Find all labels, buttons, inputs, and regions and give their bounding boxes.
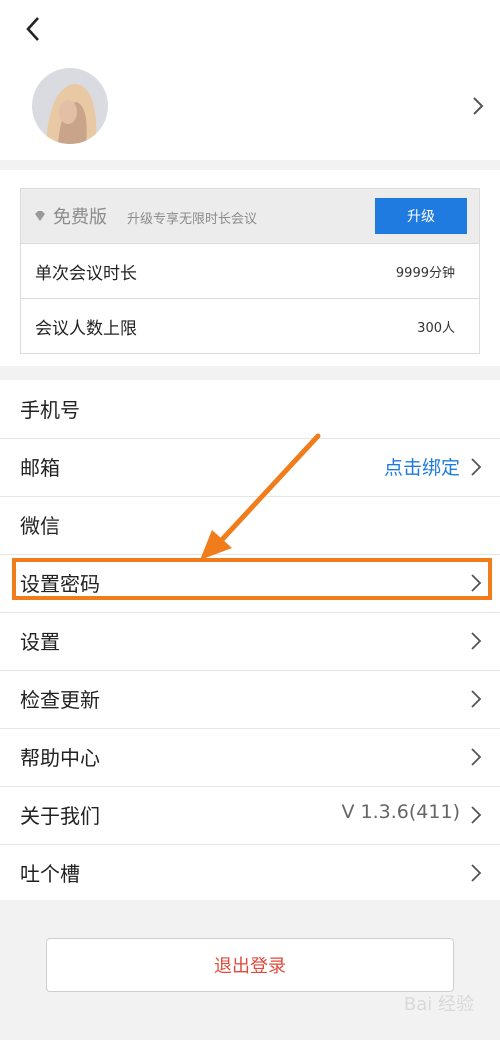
menu-item-label: 帮助中心	[20, 746, 100, 770]
chevron-right-icon	[471, 632, 482, 650]
upgrade-button[interactable]: 升级	[375, 198, 467, 234]
plan-section: 免费版 升级专享无限时长会议 升级 单次会议时长 9999分钟 会议人数上限 3…	[0, 170, 500, 366]
profile-header	[0, 0, 500, 160]
profile-chevron-right-icon[interactable]	[468, 92, 488, 120]
logout-button[interactable]: 退出登录	[46, 938, 454, 992]
menu-item-wechat[interactable]: 微信	[0, 496, 500, 555]
menu-item-phone[interactable]: 手机号	[0, 380, 500, 439]
chevron-right-icon	[471, 806, 482, 824]
menu-item-label: 吐个槽	[20, 862, 80, 886]
back-arrow-icon	[26, 17, 39, 41]
bind-email-link[interactable]: 点击绑定	[384, 453, 460, 480]
menu-item-label: 检查更新	[20, 688, 100, 712]
menu-item-feedback[interactable]: 吐个槽	[0, 844, 500, 902]
plan-row-label: 会议人数上限	[35, 318, 137, 339]
menu-item-label: 关于我们	[20, 804, 100, 828]
watermark: Bai 经验	[403, 994, 474, 1015]
settings-menu: 手机号 邮箱 点击绑定 微信 设置密码 设置 检查更新 帮助中心 关于我们 V …	[0, 380, 500, 900]
chevron-right-icon	[471, 690, 482, 708]
plan-name: 免费版	[53, 207, 107, 228]
menu-item-label: 微信	[20, 514, 60, 538]
chevron-right-icon	[471, 864, 482, 882]
menu-item-label: 设置	[20, 630, 60, 654]
plan-row-label: 单次会议时长	[35, 263, 137, 284]
plan-row-value: 300人	[417, 320, 455, 336]
diamond-icon	[35, 211, 45, 221]
menu-item-about[interactable]: 关于我们 V 1.3.6(411)	[0, 786, 500, 845]
plan-row-duration: 单次会议时长 9999分钟	[21, 244, 479, 299]
menu-item-settings[interactable]: 设置	[0, 612, 500, 671]
chevron-right-icon	[471, 574, 482, 592]
plan-row-value: 9999分钟	[395, 265, 455, 281]
plan-card: 免费版 升级专享无限时长会议 升级 单次会议时长 9999分钟 会议人数上限 3…	[20, 188, 480, 354]
menu-item-help-center[interactable]: 帮助中心	[0, 728, 500, 787]
back-button[interactable]	[16, 12, 50, 46]
menu-item-label: 设置密码	[20, 572, 100, 596]
menu-item-label: 手机号	[20, 398, 80, 422]
menu-item-check-update[interactable]: 检查更新	[0, 670, 500, 729]
menu-item-email[interactable]: 邮箱 点击绑定	[0, 438, 500, 497]
version-text: V 1.3.6(411)	[341, 801, 460, 823]
chevron-right-icon	[471, 748, 482, 766]
plan-subtitle: 升级专享无限时长会议	[127, 212, 258, 227]
avatar-image	[32, 68, 108, 144]
avatar[interactable]	[32, 68, 108, 144]
plan-header: 免费版 升级专享无限时长会议 升级	[21, 189, 479, 244]
menu-item-label: 邮箱	[20, 456, 60, 480]
menu-item-set-password[interactable]: 设置密码	[0, 554, 500, 613]
plan-row-participants: 会议人数上限 300人	[21, 299, 479, 353]
chevron-right-icon	[471, 458, 482, 476]
